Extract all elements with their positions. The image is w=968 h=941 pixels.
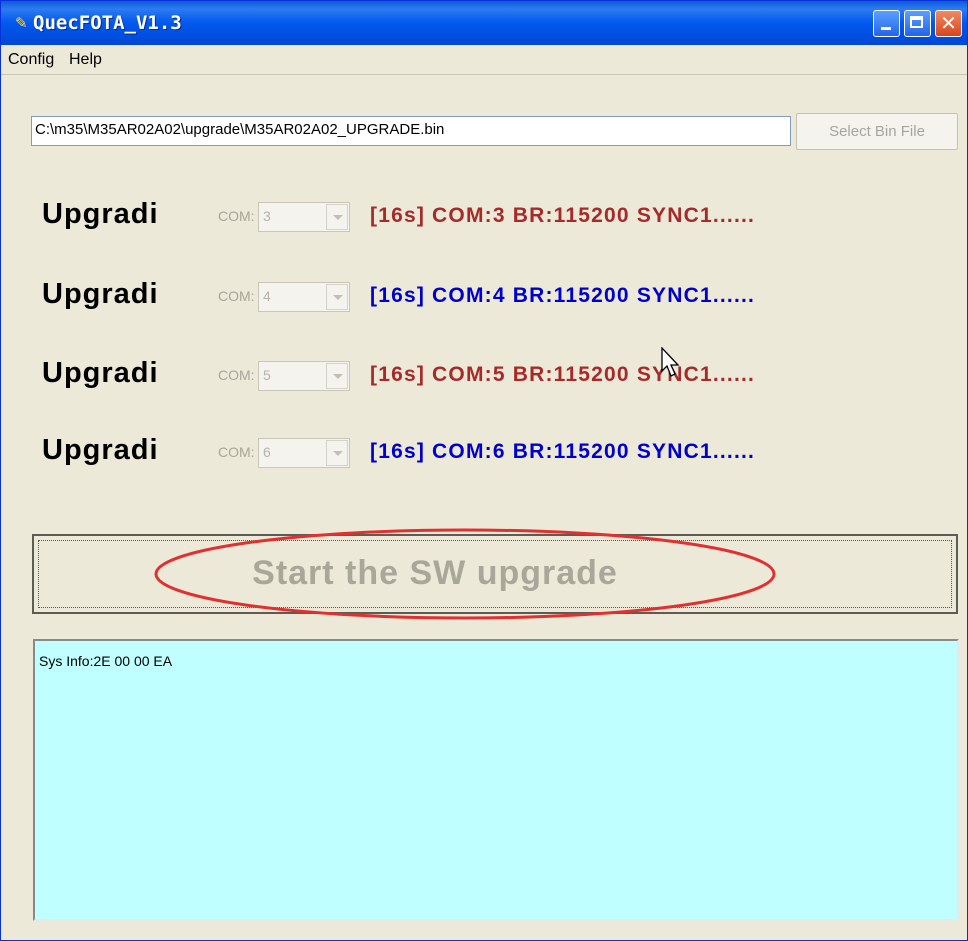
window-title: QuecFOTA_V1.3 — [33, 12, 182, 34]
app-window: ✎ QuecFOTA_V1.3 ✕ Config Help C:\m35\M35… — [0, 0, 968, 941]
menu-help[interactable]: Help — [69, 51, 102, 69]
select-bin-file-button[interactable]: Select Bin File — [796, 113, 958, 150]
close-icon: ✕ — [940, 11, 957, 35]
com-label: COM: — [218, 288, 255, 304]
maximize-button[interactable] — [904, 10, 931, 37]
port-status: [16s] COM:5 BR:115200 SYNC1...... — [370, 363, 756, 386]
menu-bar: Config Help — [1, 45, 967, 75]
port-status: [16s] COM:6 BR:115200 SYNC1...... — [370, 440, 756, 463]
com-port-value: 5 — [263, 367, 271, 383]
dropdown-button[interactable] — [326, 440, 348, 466]
close-button[interactable]: ✕ — [935, 10, 962, 37]
upgrade-label: Upgradi — [42, 278, 159, 310]
port-row: Upgradi COM: 6 [16s] COM:6 BR:115200 SYN… — [10, 434, 960, 474]
dropdown-button[interactable] — [326, 284, 348, 310]
port-status: [16s] COM:3 BR:115200 SYNC1...... — [370, 204, 756, 227]
port-row: Upgradi COM: 3 [16s] COM:3 BR:115200 SYN… — [10, 198, 960, 238]
com-port-select[interactable]: 6 — [258, 438, 350, 468]
upgrade-label: Upgradi — [42, 434, 159, 466]
port-row: Upgradi COM: 4 [16s] COM:4 BR:115200 SYN… — [10, 278, 960, 318]
com-port-select[interactable]: 3 — [258, 202, 350, 232]
dropdown-button[interactable] — [326, 363, 348, 389]
maximize-icon — [905, 11, 930, 36]
port-row: Upgradi COM: 5 [16s] COM:5 BR:115200 SYN… — [10, 357, 960, 397]
chevron-down-icon — [333, 215, 343, 220]
sys-info-log[interactable]: Sys Info:2E 00 00 EA — [33, 639, 959, 921]
app-icon: ✎ — [15, 14, 28, 32]
com-label: COM: — [218, 208, 255, 224]
main-panel: C:\m35\M35AR02A02\upgrade\M35AR02A02_UPG… — [10, 76, 960, 932]
dropdown-button[interactable] — [326, 204, 348, 230]
chevron-down-icon — [333, 374, 343, 379]
chevron-down-icon — [333, 295, 343, 300]
port-status: [16s] COM:4 BR:115200 SYNC1...... — [370, 284, 756, 307]
start-upgrade-label: Start the SW upgrade — [252, 554, 618, 592]
menu-config[interactable]: Config — [8, 51, 54, 69]
start-upgrade-button[interactable]: Start the SW upgrade — [32, 534, 958, 614]
title-bar[interactable]: ✎ QuecFOTA_V1.3 ✕ — [1, 1, 967, 45]
com-label: COM: — [218, 444, 255, 460]
chevron-down-icon — [333, 451, 343, 456]
bin-path-field[interactable]: C:\m35\M35AR02A02\upgrade\M35AR02A02_UPG… — [31, 116, 791, 146]
minimize-icon — [874, 11, 899, 36]
minimize-button[interactable] — [873, 10, 900, 37]
com-port-select[interactable]: 5 — [258, 361, 350, 391]
upgrade-label: Upgradi — [42, 198, 159, 230]
mouse-cursor-icon — [661, 347, 680, 377]
com-port-select[interactable]: 4 — [258, 282, 350, 312]
com-label: COM: — [218, 367, 255, 383]
upgrade-label: Upgradi — [42, 357, 159, 389]
com-port-value: 4 — [263, 288, 271, 304]
log-text: Sys Info:2E 00 00 EA — [39, 653, 173, 669]
com-port-value: 3 — [263, 208, 271, 224]
com-port-value: 6 — [263, 444, 271, 460]
